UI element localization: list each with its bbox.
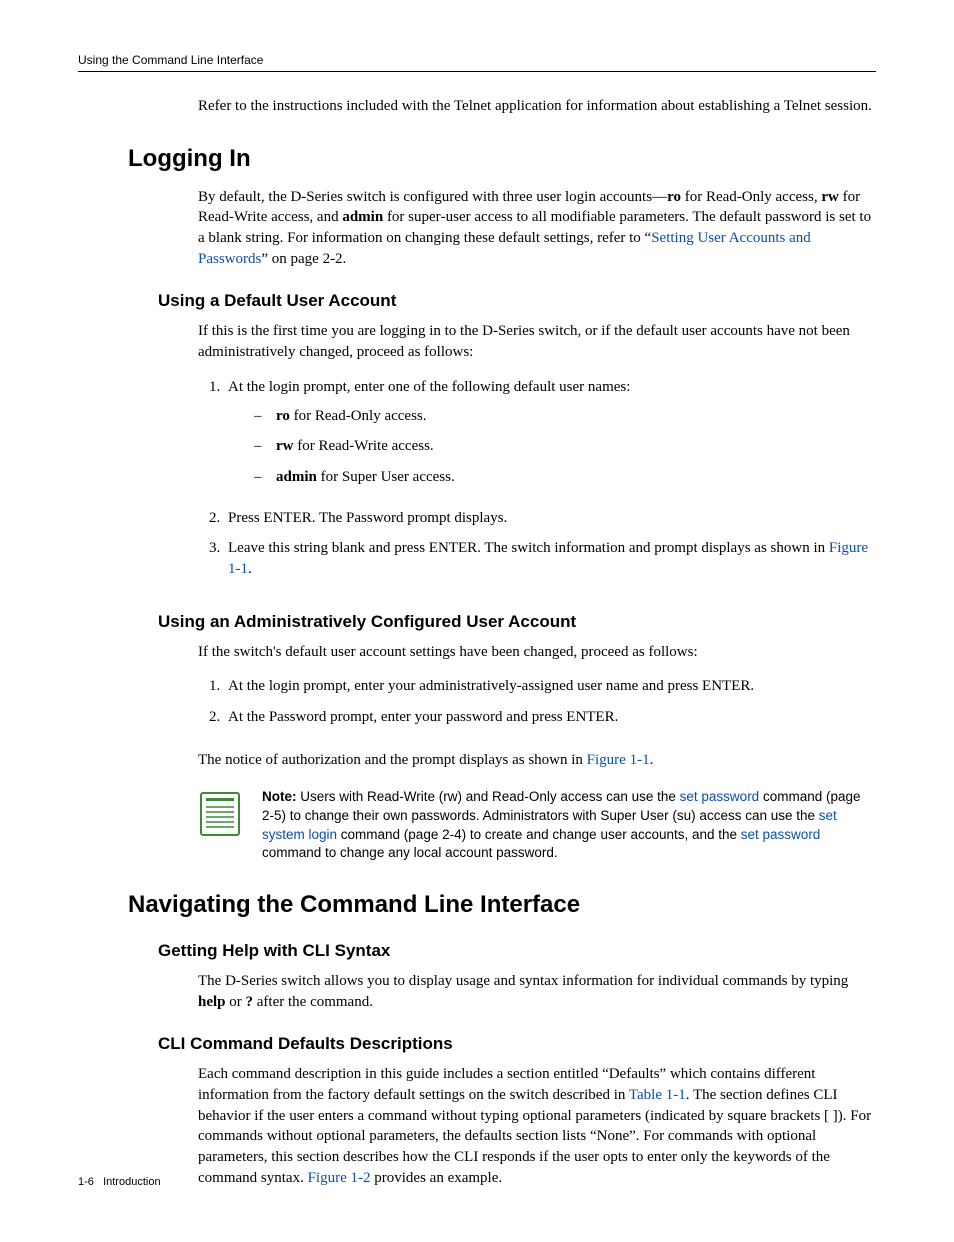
- inline-bold-admin: admin: [276, 469, 317, 485]
- getting-help-paragraph: The D‑Series switch allows you to displa…: [198, 971, 876, 1012]
- chapter-name: Introduction: [103, 1176, 160, 1188]
- list-item: rw for Read‑Write access.: [254, 436, 876, 467]
- list-item: At the login prompt, enter one of the fo…: [224, 377, 876, 508]
- default-account-intro: If this is the first time you are loggin…: [198, 321, 876, 362]
- text-fragment: ” on page 2‑2.: [261, 251, 346, 267]
- note-icon: [198, 790, 242, 838]
- username-options: ro for Read‑Only access. rw for Read‑Wri…: [254, 406, 876, 498]
- list-item: Leave this string blank and press ENTER.…: [224, 538, 876, 589]
- text-fragment: Users with Read-Write (rw) and Read-Only…: [297, 789, 680, 804]
- heading-default-user-account: Using a Default User Account: [158, 291, 876, 311]
- heading-admin-configured-account: Using an Administratively Configured Use…: [158, 612, 876, 632]
- telnet-paragraph-block: Refer to the instructions included with …: [198, 96, 876, 117]
- text-fragment: command (page 2-4) to create and change …: [337, 827, 741, 842]
- text-fragment: or: [226, 994, 246, 1010]
- note-text: Note: Users with Read-Write (rw) and Rea…: [262, 788, 876, 863]
- text-fragment: .: [248, 561, 252, 577]
- list-item: ro for Read‑Only access.: [254, 406, 876, 437]
- heading-logging-in: Logging In: [128, 145, 876, 173]
- note-label: Note:: [262, 789, 297, 804]
- inline-bold-admin: admin: [342, 209, 383, 225]
- inline-bold-rw: rw: [821, 189, 839, 205]
- text-fragment: Leave this string blank and press ENTER.…: [228, 540, 829, 556]
- heading-cli-defaults: CLI Command Defaults Descriptions: [158, 1034, 876, 1054]
- link-figure-1-2[interactable]: Figure 1‑2: [308, 1170, 371, 1186]
- link-set-password-2[interactable]: set password: [741, 827, 821, 842]
- admin-account-closing: The notice of authorization and the prom…: [198, 750, 876, 771]
- heading-navigating-cli: Navigating the Command Line Interface: [128, 891, 876, 919]
- link-table-1-1[interactable]: Table 1‑1: [629, 1087, 686, 1103]
- link-figure-1-1[interactable]: Figure 1‑1: [587, 752, 650, 768]
- text-fragment: .: [650, 752, 654, 768]
- admin-account-intro: If the switch's default user account set…: [198, 642, 876, 663]
- text-fragment: for Super User access.: [317, 469, 455, 485]
- admin-account-steps: At the login prompt, enter your administ…: [198, 676, 876, 737]
- page-content: Using the Command Line Interface Refer t…: [0, 0, 954, 1242]
- heading-getting-help: Getting Help with CLI Syntax: [158, 941, 876, 961]
- inline-bold-ro: ro: [667, 189, 681, 205]
- text-fragment: after the command.: [253, 994, 373, 1010]
- list-item: At the Password prompt, enter your passw…: [224, 707, 876, 738]
- list-item: Press ENTER. The Password prompt display…: [224, 508, 876, 539]
- default-account-steps: At the login prompt, enter one of the fo…: [198, 377, 876, 590]
- text-fragment: for Read‑Only access.: [290, 408, 427, 424]
- text-fragment: The notice of authorization and the prom…: [198, 752, 587, 768]
- text-fragment: By default, the D‑Series switch is confi…: [198, 189, 667, 205]
- page-footer: 1-6 Introduction: [78, 1176, 161, 1188]
- inline-bold-question: ?: [246, 994, 254, 1010]
- logging-in-paragraph: By default, the D‑Series switch is confi…: [198, 187, 876, 270]
- text-fragment: for Read‑Only access,: [681, 189, 821, 205]
- list-item: At the login prompt, enter your administ…: [224, 676, 876, 707]
- text-fragment: command to change any local account pass…: [262, 845, 558, 860]
- list-item: admin for Super User access.: [254, 467, 876, 498]
- page-number: 1-6: [78, 1176, 94, 1188]
- text-fragment: The D‑Series switch allows you to displa…: [198, 973, 848, 989]
- cli-defaults-paragraph: Each command description in this guide i…: [198, 1064, 876, 1188]
- text-fragment: provides an example.: [371, 1170, 503, 1186]
- note-block: Note: Users with Read-Write (rw) and Rea…: [198, 788, 876, 863]
- telnet-paragraph: Refer to the instructions included with …: [198, 96, 876, 117]
- inline-bold-ro: ro: [276, 408, 290, 424]
- inline-bold-rw: rw: [276, 438, 294, 454]
- inline-bold-help: help: [198, 994, 226, 1010]
- step-text: At the login prompt, enter one of the fo…: [228, 379, 630, 395]
- link-set-password[interactable]: set password: [680, 789, 760, 804]
- running-header: Using the Command Line Interface: [78, 53, 876, 72]
- text-fragment: for Read‑Write access.: [294, 438, 434, 454]
